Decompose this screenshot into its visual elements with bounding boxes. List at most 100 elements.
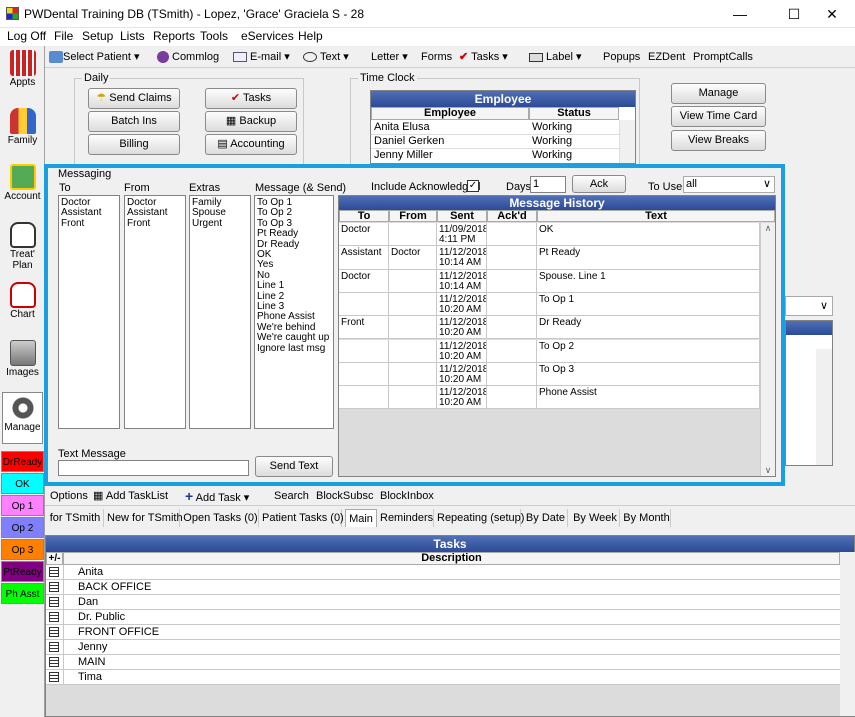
billing-button[interactable]: Billing <box>88 134 180 155</box>
search-tasks-button[interactable]: Search <box>274 487 309 505</box>
chevron-down-icon[interactable]: ▾ <box>134 51 140 63</box>
task-tab[interactable]: By Month <box>623 509 671 527</box>
add-tasklist-button[interactable]: ▦ Add TaskList <box>93 487 168 505</box>
task-row[interactable]: MAIN <box>46 655 840 670</box>
text-button[interactable]: Text ▾ <box>303 48 349 66</box>
list-item[interactable]: Front <box>127 218 183 229</box>
right-grid-scrollbar[interactable] <box>816 349 832 465</box>
task-tab[interactable]: Open Tasks (0) <box>183 509 259 527</box>
right-combo[interactable]: ∨ <box>785 296 833 316</box>
task-tab[interactable]: for TSmith <box>47 509 104 527</box>
menu-eservices[interactable]: eServices <box>241 29 294 43</box>
module-images[interactable]: Images <box>2 338 43 378</box>
from-list[interactable]: Doctor Assistant Front <box>124 195 186 429</box>
tasks-daily-button[interactable]: ✔ Tasks <box>205 88 297 109</box>
module-family[interactable]: Family <box>2 106 43 146</box>
menu-help[interactable]: Help <box>298 29 323 43</box>
chevron-down-icon[interactable]: ▾ <box>502 51 508 63</box>
history-row[interactable]: 11/12/2018 10:20 AM To Op 1 <box>339 292 760 317</box>
history-row[interactable]: 11/12/2018 10:20 AM To Op 3 <box>339 362 760 387</box>
email-button[interactable]: E-mail ▾ <box>233 48 290 66</box>
history-row[interactable]: Doctor 11/09/2018 4:11 PM OK <box>339 223 760 247</box>
signal-ok[interactable]: OK <box>1 473 44 494</box>
task-tab[interactable]: By Date <box>524 509 568 527</box>
label-button[interactable]: Label ▾ <box>529 48 582 66</box>
task-tab[interactable]: Main <box>345 509 377 527</box>
task-tab[interactable]: New for TSmith <box>107 509 183 527</box>
ezdent-button[interactable]: EZDent <box>648 48 685 66</box>
history-row[interactable]: 11/12/2018 10:20 AM Phone Assist <box>339 386 760 410</box>
select-patient-button[interactable]: Select Patient ▾ <box>49 48 139 66</box>
blocksubsc-button[interactable]: BlockSubsc <box>316 487 373 505</box>
employee-row[interactable]: Jenny Miller Working <box>371 149 619 163</box>
module-account[interactable]: Account <box>2 162 43 202</box>
task-row[interactable]: BACK OFFICE <box>46 580 840 595</box>
module-manage[interactable]: Manage <box>2 392 43 444</box>
to-user-select[interactable]: all ∨ <box>683 176 775 193</box>
task-tab[interactable]: Patient Tasks (0) <box>262 509 344 527</box>
accounting-button[interactable]: ▤ Accounting <box>205 134 297 155</box>
promptcalls-button[interactable]: PromptCalls <box>693 48 753 66</box>
signal-op1[interactable]: Op 1 <box>1 495 44 516</box>
task-tab[interactable]: Repeating (setup) <box>437 509 524 527</box>
forms-button[interactable]: Forms <box>421 48 452 66</box>
chevron-down-icon[interactable]: ▾ <box>343 51 349 63</box>
minimize-button[interactable]: — <box>717 0 763 28</box>
manage-timeclock-button[interactable]: Manage <box>671 83 766 104</box>
history-row[interactable]: Assistant Doctor 11/12/2018 10:14 AM Pt Rea… <box>339 246 760 270</box>
employee-row[interactable]: Daniel Gerken Working <box>371 135 619 149</box>
task-row[interactable]: Jenny <box>46 640 840 655</box>
chevron-down-icon[interactable]: ▾ <box>576 51 582 63</box>
task-row[interactable]: Tima <box>46 670 840 685</box>
tasks-button[interactable]: ✔ Tasks ▾ <box>459 48 508 66</box>
chevron-down-icon[interactable]: ▾ <box>284 51 290 63</box>
include-ack-checkbox[interactable]: ✓ <box>467 180 479 192</box>
history-row[interactable]: 11/12/2018 10:20 AM To Op 2 <box>339 339 760 363</box>
view-breaks-button[interactable]: View Breaks <box>671 130 766 151</box>
add-task-button[interactable]: + Add Task ▾ <box>185 487 249 505</box>
chevron-down-icon[interactable]: ∨ <box>761 465 775 476</box>
send-claims-button[interactable]: ☂ Send Claims <box>88 88 180 109</box>
task-row[interactable]: Dr. Public <box>46 610 840 625</box>
task-row[interactable]: Dan <box>46 595 840 610</box>
task-tab[interactable]: Reminders <box>380 509 434 527</box>
popups-button[interactable]: Popups <box>603 48 640 66</box>
commlog-button[interactable]: Commlog <box>157 48 219 66</box>
task-row[interactable]: FRONT OFFICE <box>46 625 840 640</box>
chevron-down-icon[interactable]: ▾ <box>244 492 250 504</box>
module-treat-plan[interactable]: Treat' Plan <box>2 220 43 271</box>
text-message-input[interactable] <box>58 460 249 476</box>
backup-button[interactable]: ▦ Backup <box>205 111 297 132</box>
menu-setup[interactable]: Setup <box>82 29 113 43</box>
blockinbox-button[interactable]: BlockInbox <box>380 487 434 505</box>
history-row[interactable]: Front 11/12/2018 10:20 AM Dr Ready <box>339 316 760 340</box>
signal-op3[interactable]: Op 3 <box>1 539 44 560</box>
menu-tools[interactable]: Tools <box>200 29 228 43</box>
letter-button[interactable]: Letter ▾ <box>371 48 408 66</box>
menu-log-off[interactable]: Log Off <box>7 29 46 43</box>
module-chart[interactable]: Chart <box>2 280 43 320</box>
extras-list[interactable]: Family Spouse Urgent <box>189 195 251 429</box>
task-tab[interactable]: By Week <box>571 509 620 527</box>
send-text-button[interactable]: Send Text <box>255 456 333 477</box>
to-list[interactable]: Doctor Assistant Front <box>58 195 120 429</box>
employee-scrollbar[interactable] <box>619 120 635 163</box>
signal-ptready[interactable]: PtReady <box>1 561 44 582</box>
module-appts[interactable]: Appts <box>2 48 43 88</box>
tasks-scrollbar[interactable] <box>840 552 855 716</box>
chevron-down-icon[interactable]: ▾ <box>402 51 408 63</box>
list-item[interactable]: Urgent <box>192 218 248 229</box>
chevron-up-icon[interactable]: ∧ <box>761 223 775 234</box>
employee-row[interactable]: Anita Elusa Working <box>371 121 619 135</box>
close-button[interactable]: ✕ <box>809 0 855 28</box>
menu-lists[interactable]: Lists <box>120 29 145 43</box>
signal-op2[interactable]: Op 2 <box>1 517 44 538</box>
message-list[interactable]: To Op 1 To Op 2 To Op 3 Pt Ready Dr Read… <box>254 195 334 429</box>
options-button[interactable]: Options <box>50 487 88 505</box>
menu-file[interactable]: File <box>54 29 73 43</box>
view-time-card-button[interactable]: View Time Card <box>671 106 766 127</box>
signal-ph-asst[interactable]: Ph Asst <box>1 583 44 604</box>
menu-reports[interactable]: Reports <box>153 29 195 43</box>
list-item[interactable]: Ignore last msg <box>257 343 331 354</box>
list-item[interactable]: Front <box>61 218 117 229</box>
